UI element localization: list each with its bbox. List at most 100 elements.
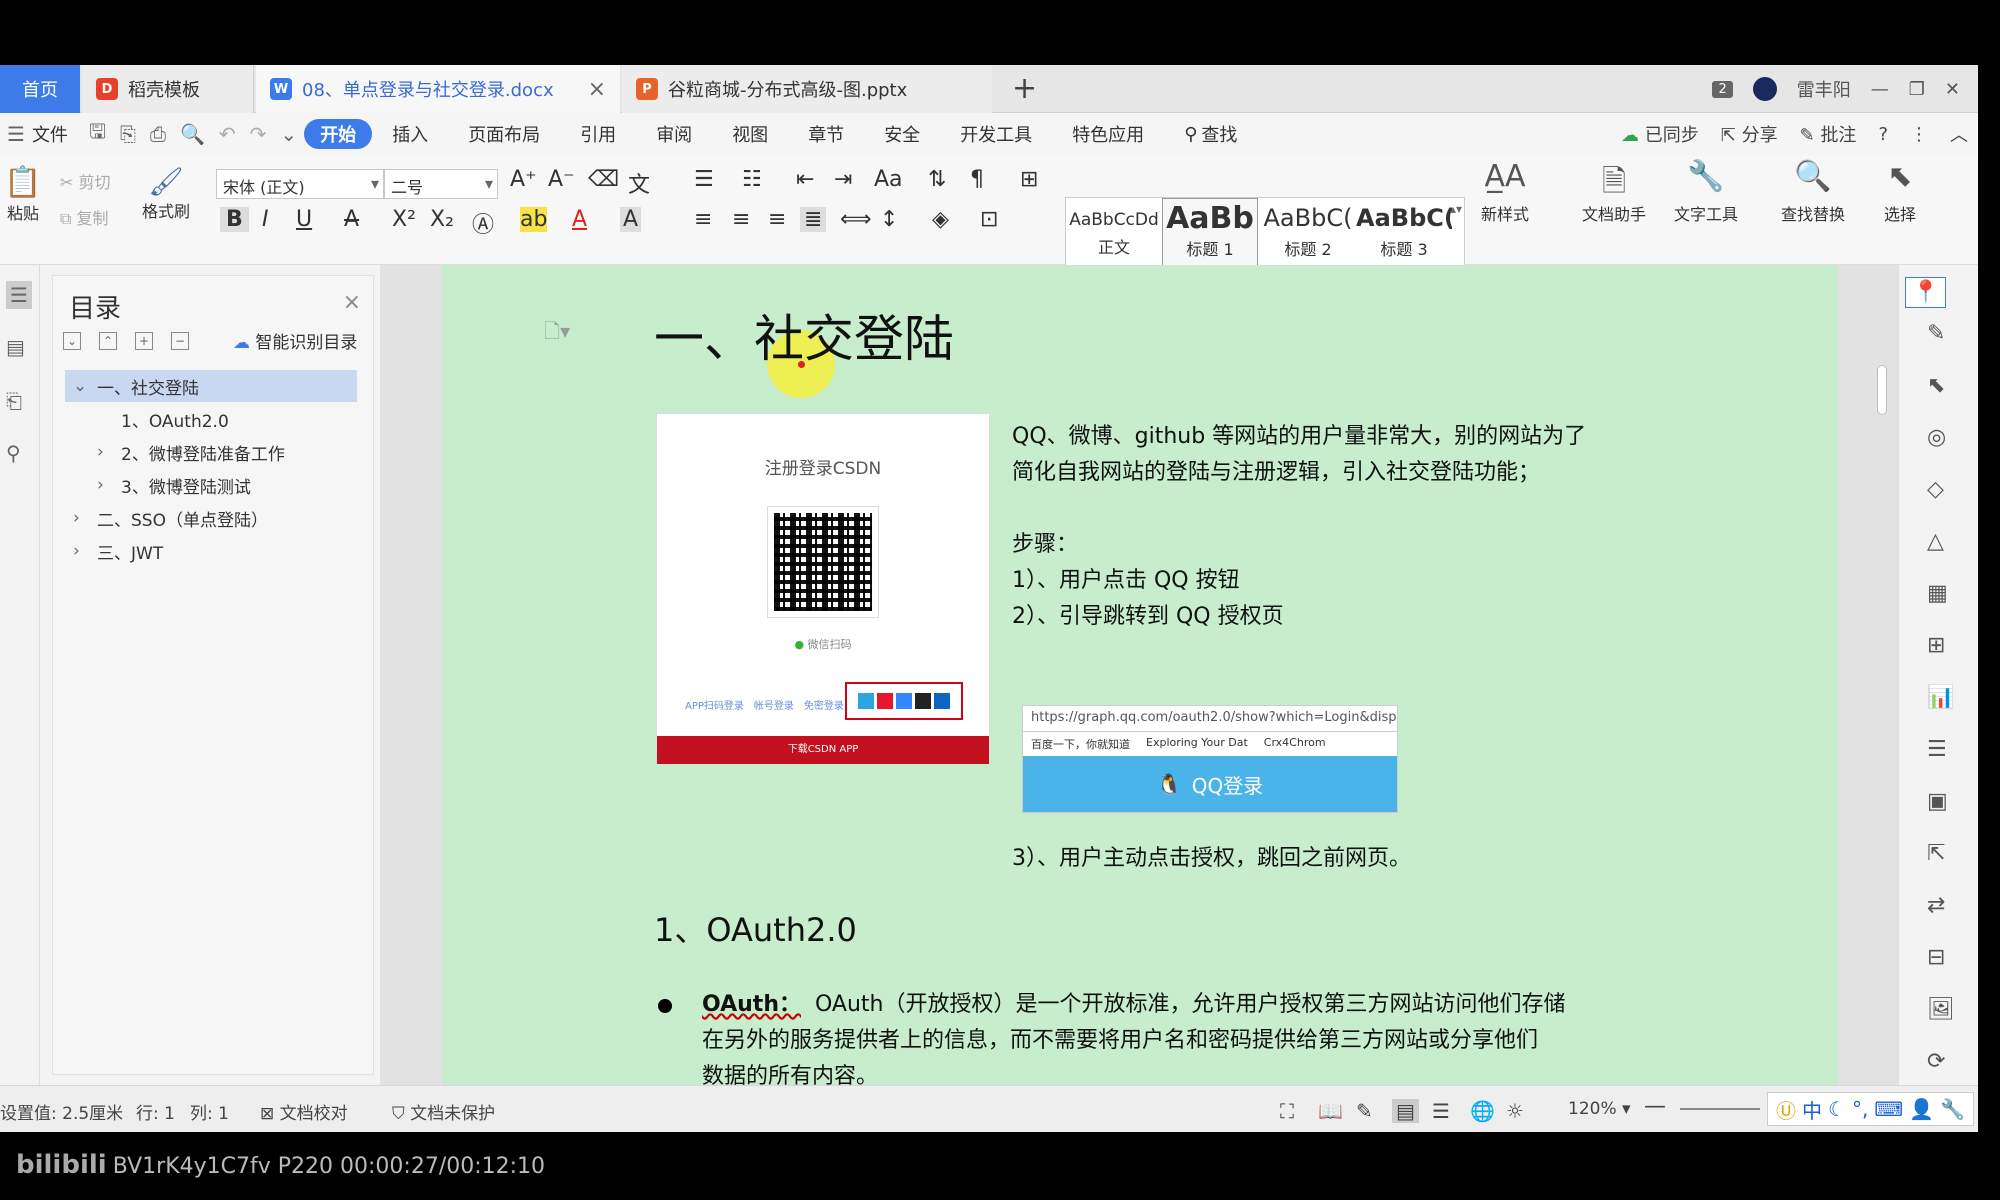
highlight-icon[interactable]: ab <box>520 207 548 232</box>
toc-item[interactable]: › 3、微博登陆测试 <box>65 469 357 501</box>
minimize-icon[interactable]: — <box>1871 79 1889 100</box>
print-icon[interactable]: ⎙ <box>150 122 166 146</box>
new-tab-button[interactable]: + <box>1012 71 1037 106</box>
close-tab-icon[interactable]: × <box>588 77 606 102</box>
menu-references[interactable]: 引用 <box>560 119 636 149</box>
close-nav-icon[interactable]: × <box>343 290 361 315</box>
pages-icon[interactable]: ▤ <box>6 335 25 359</box>
style-heading3[interactable]: AaBbC(标题 3 <box>1356 198 1452 266</box>
text-tools-button[interactable]: 🔧 文字工具 <box>1664 159 1748 225</box>
restore-icon[interactable]: ❐ <box>1909 79 1925 100</box>
remove-heading-icon[interactable]: − <box>171 332 189 350</box>
paste-button[interactable]: 📋 粘贴 <box>0 165 46 224</box>
new-style-button[interactable]: A̲A 新样式 <box>1470 159 1540 225</box>
backup-icon[interactable]: ⟳ <box>1927 1049 1945 1074</box>
location-pin-icon[interactable]: 📍 <box>1905 277 1947 308</box>
target-icon[interactable]: ◎ <box>1927 425 1946 450</box>
chevron-right-icon[interactable]: › <box>97 442 115 462</box>
menu-file[interactable]: 文件 <box>32 121 68 147</box>
chevron-right-icon[interactable]: › <box>73 541 91 561</box>
borders-icon[interactable]: ⊡ <box>980 207 998 232</box>
shading-icon[interactable]: ◈ <box>932 207 949 232</box>
close-window-icon[interactable]: ✕ <box>1945 79 1960 100</box>
document-page[interactable]: 🗋▾ 一、社交登陆 注册登录CSDN ● 微信扫码 APP扫码登录 帐号登录 免… <box>442 265 1838 1085</box>
sort-icon[interactable]: ⇅ <box>928 167 946 192</box>
image-icon[interactable]: 🖼 <box>1927 997 1955 1022</box>
find-replace-button[interactable]: 🔍 查找替换 <box>1768 159 1858 225</box>
template-icon[interactable]: ▣ <box>1927 789 1948 814</box>
bold-icon[interactable]: B <box>220 207 249 232</box>
pen-icon[interactable]: ✎ <box>1927 321 1945 346</box>
menu-developer[interactable]: 开发工具 <box>940 119 1052 149</box>
export-share-icon[interactable]: ⇱ <box>1927 841 1945 866</box>
pointer-icon[interactable]: ⬉ <box>1927 373 1945 398</box>
page-view-icon[interactable]: ▤ <box>1392 1099 1419 1123</box>
window-count-badge[interactable]: 2 <box>1712 80 1733 98</box>
share-button[interactable]: ⇱ 分享 <box>1721 121 1778 147</box>
redo-icon[interactable]: ↷ <box>250 122 267 146</box>
status-position[interactable]: 设置值: 2.5厘米 <box>0 1099 123 1124</box>
toc-item[interactable]: › 三、JWT <box>65 535 357 567</box>
justify-icon[interactable]: ≣ <box>800 207 827 232</box>
text-effect-icon[interactable]: Ⓐ <box>472 207 494 239</box>
zoom-select[interactable]: 120% ▾ <box>1568 1099 1631 1119</box>
help-icon[interactable]: ? <box>1878 124 1888 145</box>
menu-search[interactable]: ⚲ 查找 <box>1164 119 1257 149</box>
cut-button[interactable]: ✂ 剪切 <box>60 169 111 193</box>
triangle-icon[interactable]: △ <box>1927 529 1944 554</box>
paragraph-menu-icon[interactable]: 🗋▾ <box>544 317 570 351</box>
eye-care-icon[interactable]: ☼ <box>1506 1099 1524 1123</box>
toc-panel-icon[interactable]: ☰ <box>6 281 32 309</box>
toc-item[interactable]: ⌄ 一、社交登陆 <box>65 370 357 402</box>
underline-icon[interactable]: U <box>296 207 312 232</box>
reading-mode-icon[interactable]: 📖 <box>1318 1099 1343 1123</box>
styles-scroll-icon[interactable]: ▴▾ <box>1450 202 1462 216</box>
shrink-font-icon[interactable]: A⁻ <box>548 167 575 192</box>
phonetic-icon[interactable]: 文 <box>628 167 650 199</box>
edit-mode-icon[interactable]: ✎ <box>1356 1099 1373 1123</box>
numbering-icon[interactable]: ☷ <box>742 167 762 192</box>
translate-icon[interactable]: ⇄ <box>1927 893 1945 918</box>
table-icon[interactable]: ▦ <box>1927 581 1948 606</box>
strikethrough-icon[interactable]: A <box>344 207 359 232</box>
add-heading-icon[interactable]: + <box>135 332 153 350</box>
chevron-down-icon[interactable]: ⌄ <box>73 376 91 396</box>
decrease-indent-icon[interactable]: ⇤ <box>796 167 814 192</box>
find-panel-icon[interactable]: ⚲ <box>6 441 21 465</box>
tab-templates[interactable]: D 稻壳模板 <box>82 65 254 113</box>
toc-item[interactable]: 1、OAuth2.0 <box>65 403 357 435</box>
grow-font-icon[interactable]: A⁺ <box>510 167 537 192</box>
menu-view[interactable]: 视图 <box>712 119 788 149</box>
menu-security[interactable]: 安全 <box>864 119 940 149</box>
tab-presentation[interactable]: P 谷粒商城-分布式高级-图.pptx <box>622 65 992 113</box>
user-name[interactable]: 雷丰阳 <box>1797 76 1851 102</box>
distributed-icon[interactable]: ⟺ <box>840 207 872 232</box>
tab-document[interactable]: W 08、单点登录与社交登录.docx × <box>256 65 620 113</box>
toc-item[interactable]: › 二、SSO（单点登陆） <box>65 502 357 534</box>
more-icon[interactable]: ⋮ <box>1910 124 1928 145</box>
web-view-icon[interactable]: 🌐 <box>1470 1099 1495 1123</box>
bullets-icon[interactable]: ☰ <box>694 167 714 192</box>
tab-home[interactable]: 首页 <box>0 65 80 113</box>
bookmark-icon[interactable]: ⎗ <box>6 389 22 413</box>
format-painter-button[interactable]: 🖌 格式刷 <box>138 165 194 222</box>
char-shading-icon[interactable]: A <box>620 207 642 232</box>
print-preview-icon[interactable]: 🔍 <box>180 122 205 146</box>
font-name-select[interactable]: 宋体 (正文) ▾ <box>216 169 384 199</box>
customize-chevron-icon[interactable]: ⌄ <box>280 122 297 146</box>
avatar[interactable] <box>1752 77 1777 101</box>
table-layout-icon[interactable]: ⊞ <box>1020 167 1038 192</box>
style-heading2[interactable]: AaBbC(标题 2 <box>1260 198 1356 266</box>
copy-button[interactable]: ⧉ 复制 <box>60 205 109 229</box>
menu-layout[interactable]: 页面布局 <box>448 119 560 149</box>
apps-grid-icon[interactable]: ⊞ <box>1927 633 1945 658</box>
line-spacing-icon[interactable]: ↕ <box>880 207 898 232</box>
style-heading1[interactable]: AaBb 标题 1 <box>1162 198 1258 266</box>
input-method-bar[interactable]: Ⓤ 中 ☾ °, ⌨ 👤 🔧 <box>1767 1092 1974 1126</box>
shapes-icon[interactable]: ◇ <box>1927 477 1944 502</box>
menu-chapter[interactable]: 章节 <box>788 119 864 149</box>
chevron-right-icon[interactable]: › <box>73 508 91 528</box>
smart-toc-button[interactable]: ☁ 智能识别目录 <box>233 328 357 353</box>
chevron-right-icon[interactable]: › <box>97 475 115 495</box>
show-marks-icon[interactable]: ¶ <box>970 167 984 192</box>
